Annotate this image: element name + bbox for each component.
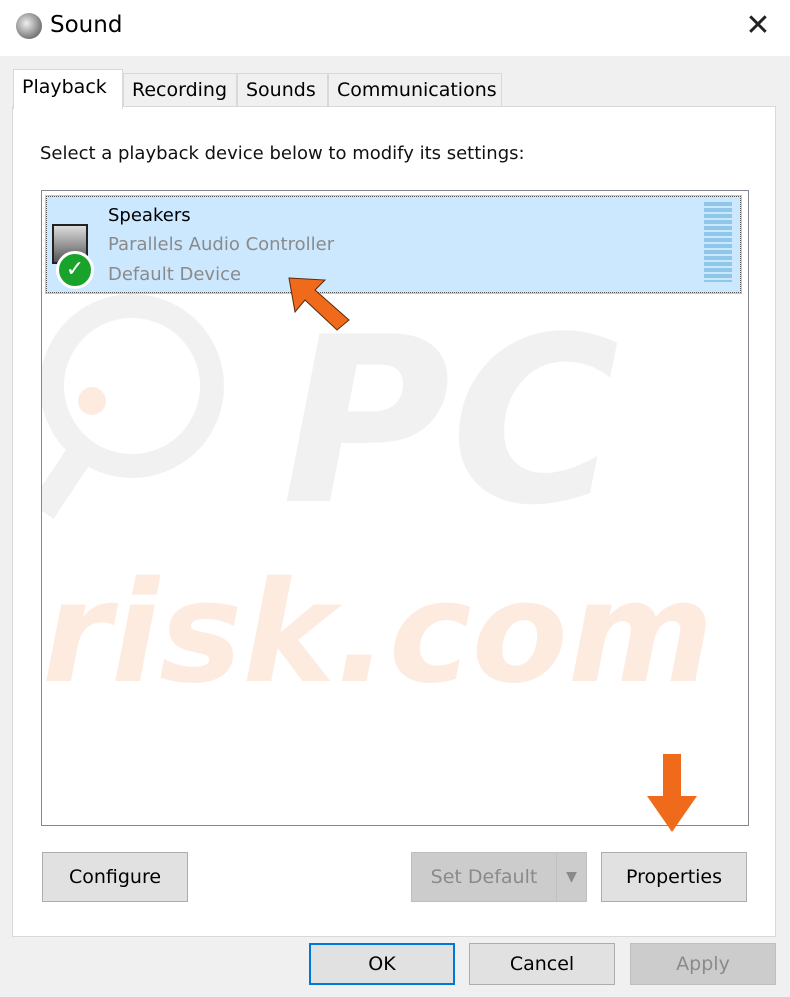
tab-sounds[interactable]: Sounds bbox=[237, 73, 328, 107]
window-title: Sound bbox=[50, 12, 123, 38]
device-list[interactable]: PC risk.com ✓ Speakers Parallels Audio C… bbox=[41, 190, 749, 826]
svg-text:risk.com: risk.com bbox=[42, 552, 714, 715]
ok-button[interactable]: OK bbox=[309, 943, 455, 985]
set-default-dropdown[interactable]: ▼ bbox=[556, 852, 587, 902]
arrow-pointer-icon bbox=[288, 277, 350, 331]
set-default-button[interactable]: Set Default bbox=[411, 852, 557, 902]
title-bar: Sound ✕ bbox=[0, 0, 790, 56]
check-icon: ✓ bbox=[56, 251, 94, 289]
close-icon: ✕ bbox=[745, 8, 771, 43]
arrow-down-icon bbox=[647, 754, 697, 832]
tab-communications[interactable]: Communications bbox=[328, 73, 502, 107]
device-driver: Parallels Audio Controller bbox=[108, 234, 335, 255]
sound-icon bbox=[16, 13, 42, 39]
device-item-speakers[interactable]: ✓ Speakers Parallels Audio Controller De… bbox=[45, 195, 742, 294]
volume-meter bbox=[704, 202, 732, 282]
instruction-text: Select a playback device below to modify… bbox=[40, 143, 525, 164]
cancel-button[interactable]: Cancel bbox=[469, 943, 615, 985]
apply-button[interactable]: Apply bbox=[630, 943, 776, 985]
configure-button[interactable]: Configure bbox=[42, 852, 188, 902]
tab-playback[interactable]: Playback bbox=[13, 69, 123, 109]
device-status: Default Device bbox=[108, 264, 242, 285]
close-button[interactable]: ✕ bbox=[740, 8, 776, 44]
device-name: Speakers bbox=[108, 205, 191, 226]
tab-recording[interactable]: Recording bbox=[123, 73, 237, 107]
properties-button[interactable]: Properties bbox=[601, 852, 747, 902]
chevron-down-icon: ▼ bbox=[566, 869, 577, 885]
